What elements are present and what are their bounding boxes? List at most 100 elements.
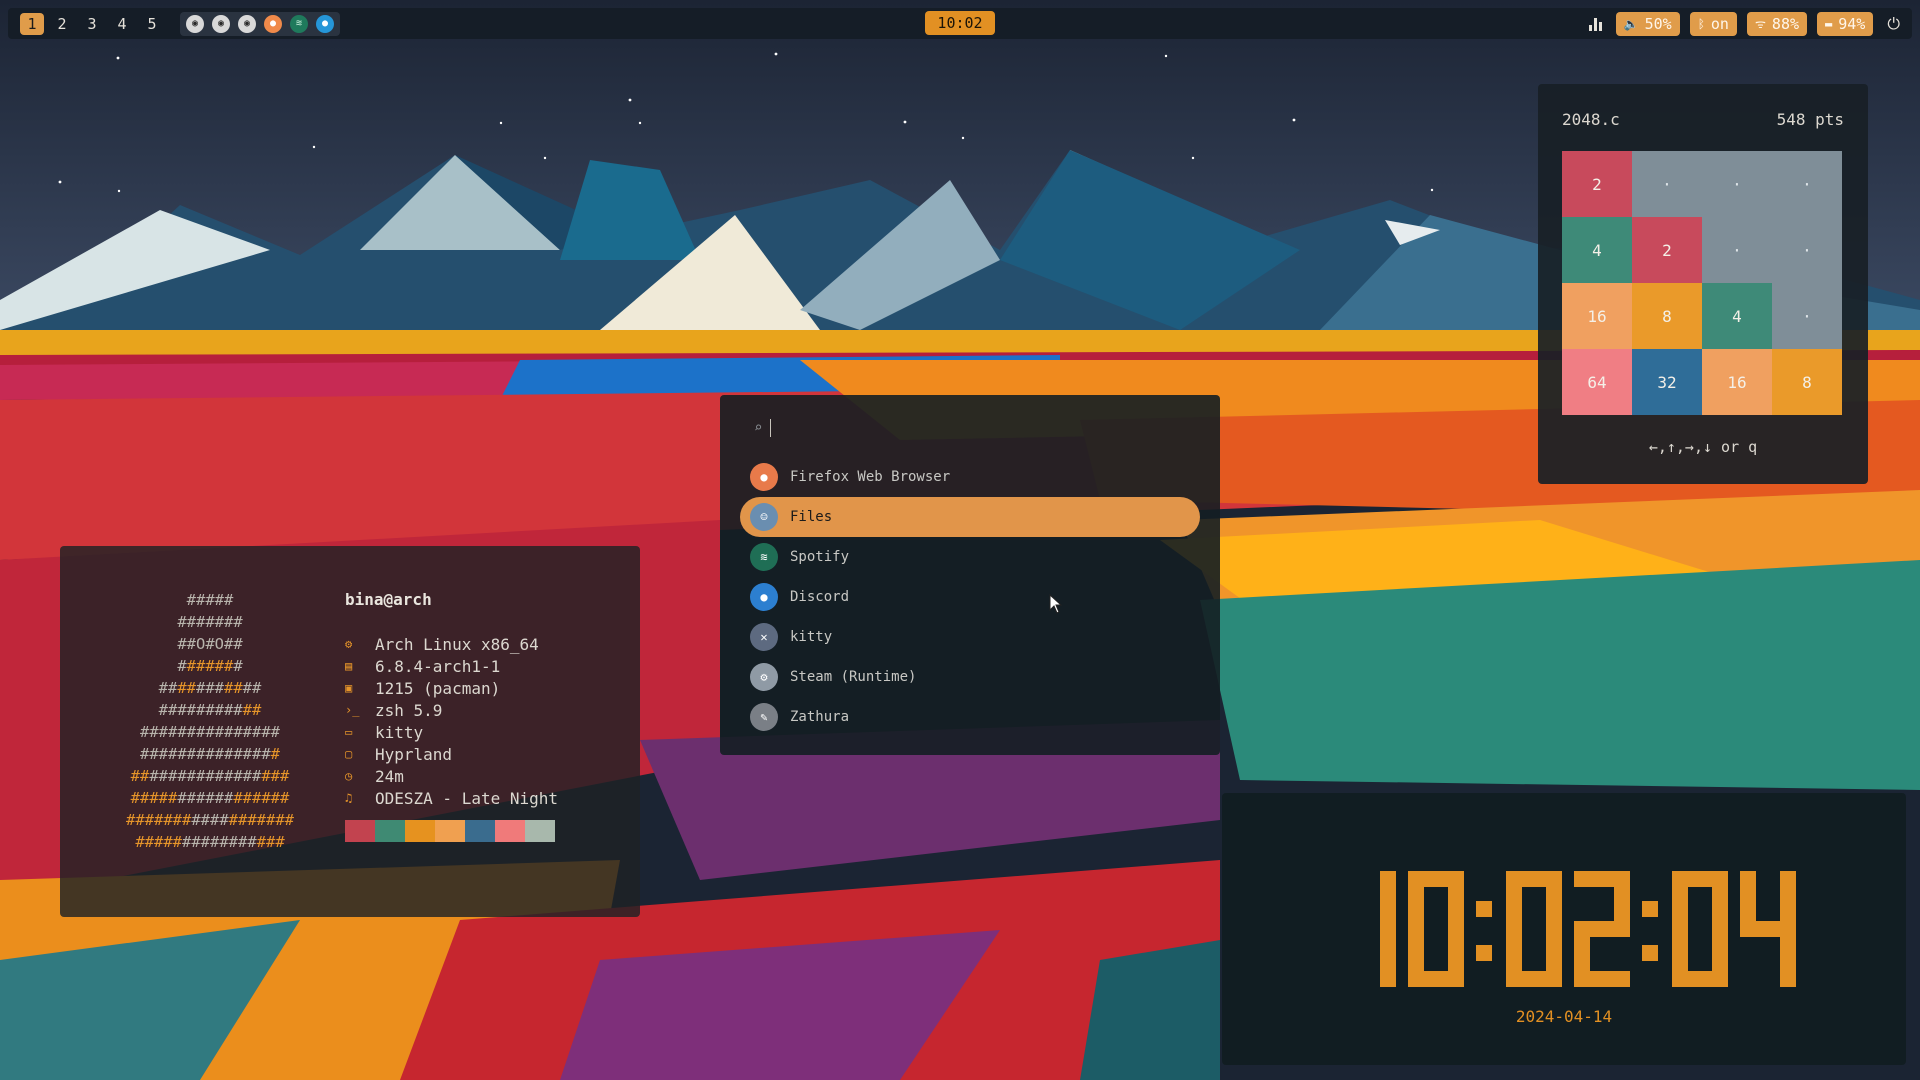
game-score: 548 pts <box>1776 110 1844 129</box>
clock-digit <box>1672 871 1728 987</box>
search-bar[interactable]: ⌕ <box>754 415 1160 441</box>
desktop-icon: ▢ <box>345 747 353 761</box>
desktop-clock-widget: 2024-04-14 <box>1222 793 1906 1065</box>
info-value: 6.8.4-arch1-1 <box>375 656 501 676</box>
game-board[interactable]: 2 · · · 4 2 · · 16 8 4 · 64 32 16 8 <box>1562 151 1842 415</box>
clock-digit <box>1740 871 1796 987</box>
steam-icon: ⚙ <box>750 663 778 691</box>
kitty-icon: ✕ <box>750 623 778 651</box>
color-swatch <box>435 820 465 842</box>
color-swatch <box>465 820 495 842</box>
chip-icon: ▤ <box>345 659 353 673</box>
wifi-indicator[interactable]: ᯤ 88% <box>1746 11 1808 36</box>
obs-icon[interactable]: ◉ <box>238 14 256 33</box>
game-tile: 8 <box>1772 349 1842 415</box>
color-swatch <box>345 820 375 842</box>
info-value: zsh 5.9 <box>375 700 443 720</box>
launcher-item-steam[interactable]: ⚙ Steam (Runtime) <box>740 657 1200 697</box>
bluetooth-icon: ᛒ <box>1697 16 1705 31</box>
user-host: bina@arch <box>345 590 432 609</box>
game-tile: · <box>1772 283 1842 349</box>
clock-digit <box>1380 871 1396 987</box>
info-value: 24m <box>375 766 404 786</box>
app-launcher: ⌕ ● Firefox Web Browser ☺ Files ≋ Spotify ● Dis… <box>720 395 1220 755</box>
mouse-cursor-icon <box>1049 594 1063 614</box>
info-row: ⚙ Arch Linux x86_64 <box>345 633 558 655</box>
volume-value: 50% <box>1644 14 1672 33</box>
obs-icon[interactable]: ◉ <box>212 14 230 33</box>
bluetooth-value: on <box>1710 14 1729 33</box>
color-swatch <box>405 820 435 842</box>
speaker-icon: 🔈 <box>1623 16 1639 31</box>
clock-digit <box>1574 871 1630 987</box>
info-value: Arch Linux x86_64 <box>375 634 539 654</box>
launcher-item-discord[interactable]: ● Discord <box>740 577 1200 617</box>
color-swatch <box>525 820 555 842</box>
bluetooth-indicator[interactable]: ᛒ on <box>1689 11 1737 36</box>
game-tile: 2 <box>1632 217 1702 283</box>
workspace-2[interactable]: 2 <box>50 13 74 35</box>
workspace-4[interactable]: 4 <box>110 13 134 35</box>
workspace-5[interactable]: 5 <box>140 13 164 35</box>
power-icon[interactable]: ⏻ <box>1887 14 1900 34</box>
info-value: Hyprland <box>375 744 453 764</box>
text-caret <box>770 419 772 437</box>
search-input[interactable] <box>779 420 1160 436</box>
obs-icon[interactable]: ◉ <box>186 14 204 33</box>
launcher-item-label: Files <box>790 509 833 525</box>
launcher-item-label: Spotify <box>790 549 850 565</box>
workspace-1[interactable]: 1 <box>20 12 44 35</box>
info-row: ◷ 24m <box>345 765 558 787</box>
fastfetch-terminal[interactable]: ##### ####### ##O#O## ####### ##########… <box>60 546 640 917</box>
gear-icon: ⚙ <box>345 637 353 651</box>
game-tile: 8 <box>1632 283 1702 349</box>
wifi-value: 88% <box>1771 14 1800 33</box>
color-swatch <box>495 820 525 842</box>
game-tile: · <box>1702 217 1772 283</box>
game-tile: · <box>1632 151 1702 217</box>
top-bar: 12345 ◉ ◉ ◉ ● ≋ ● 10:02 🔈 50% ᛒ on ᯤ 88% ▬ 94… <box>8 8 1912 39</box>
battery-indicator[interactable]: ▬ 94% <box>1817 11 1874 36</box>
bar-clock[interactable]: 10:02 <box>925 11 995 35</box>
game-tile: 4 <box>1562 217 1632 283</box>
color-palette <box>345 820 558 842</box>
info-value: kitty <box>375 722 424 742</box>
launcher-item-spotify[interactable]: ≋ Spotify <box>740 537 1200 577</box>
launcher-item-label: kitty <box>790 629 833 645</box>
launcher-item-files[interactable]: ☺ Files <box>740 497 1200 537</box>
game-tile: 16 <box>1702 349 1772 415</box>
game-tile: 64 <box>1562 349 1632 415</box>
game-tile: · <box>1702 151 1772 217</box>
game-2048-window[interactable]: 2048.c 548 pts 2 · · · 4 2 · · 16 8 4 · 64 32 16 8 ←,↑,… <box>1538 84 1868 484</box>
files-icon: ☺ <box>750 503 778 531</box>
info-row: ▢ Hyprland <box>345 743 558 765</box>
game-tile: · <box>1772 151 1842 217</box>
clock-digits <box>1380 871 1796 987</box>
discord-icon[interactable]: ● <box>316 14 334 33</box>
info-value: 1215 (pacman) <box>375 678 501 698</box>
launcher-item-label: Discord <box>790 589 850 605</box>
arch-ascii-logo: ##### ####### ##O#O## ####### ##########… <box>126 591 294 851</box>
running-apps-tray: ◉ ◉ ◉ ● ≋ ● <box>180 11 340 36</box>
firefox-icon[interactable]: ● <box>264 14 282 33</box>
window-icon: ▭ <box>345 725 353 739</box>
spotify-icon[interactable]: ≋ <box>290 14 308 33</box>
firefox-icon: ● <box>750 463 778 491</box>
launcher-item-label: Firefox Web Browser <box>790 469 951 485</box>
launcher-item-firefox[interactable]: ● Firefox Web Browser <box>740 457 1200 497</box>
clock-colon <box>1642 901 1658 961</box>
system-info: bina@arch ⚙ Arch Linux x86_64 ▤ 6.8.4-arch1… <box>345 589 558 842</box>
clock-colon <box>1476 901 1492 961</box>
status-area: 🔈 50% ᛒ on ᯤ 88% ▬ 94% ⏻ <box>1588 11 1900 36</box>
launcher-item-label: Zathura <box>790 709 850 725</box>
workspace-3[interactable]: 3 <box>80 13 104 35</box>
zathura-icon: ✎ <box>750 703 778 731</box>
game-title: 2048.c <box>1562 110 1620 129</box>
launcher-item-kitty[interactable]: ✕ kitty <box>740 617 1200 657</box>
wifi-icon: ᯤ <box>1754 17 1766 31</box>
volume-indicator[interactable]: 🔈 50% <box>1615 11 1680 36</box>
launcher-item-zathura[interactable]: ✎ Zathura <box>740 697 1200 737</box>
visualizer-icon[interactable] <box>1588 17 1602 31</box>
info-row: ›_ zsh 5.9 <box>345 699 558 721</box>
terminal-icon: ›_ <box>345 703 360 717</box>
